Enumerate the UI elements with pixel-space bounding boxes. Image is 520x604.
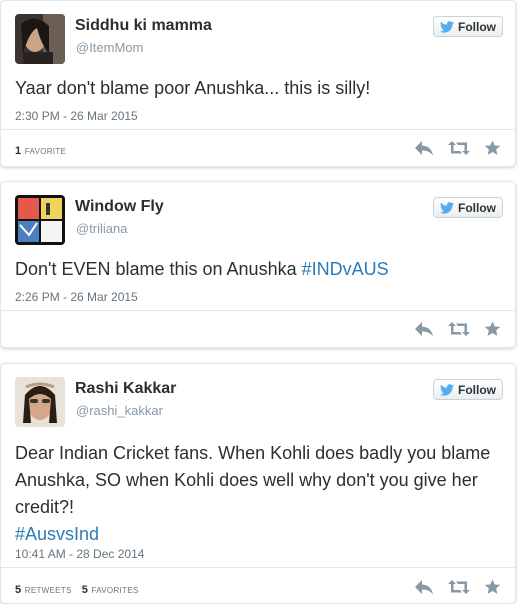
twitter-bird-icon (440, 383, 454, 396)
display-name[interactable]: Siddhu ki mamma (75, 17, 212, 35)
tweet-stats: 5 RETWEETS 5 FAVORITES (15, 582, 139, 596)
display-name[interactable]: Rashi Kakkar (75, 380, 176, 398)
favorite-icon[interactable] (484, 579, 501, 595)
user-handle[interactable]: @ItemMom (76, 40, 143, 55)
tweet-actions (414, 321, 501, 337)
user-handle[interactable]: @rashi_kakkar (76, 403, 163, 418)
follow-label: Follow (458, 200, 496, 215)
tweet-stats: 1 FAVORITE (15, 143, 66, 157)
tweet-text: Don't EVEN blame this on Anushka #INDvAU… (15, 256, 497, 283)
tweet-body: Dear Indian Cricket fans. When Kohli doe… (15, 443, 491, 517)
twitter-bird-icon (440, 20, 454, 33)
tweet-actions (414, 140, 501, 156)
tweet-card: Rashi Kakkar @rashi_kakkar Follow Dear I… (0, 363, 516, 604)
tweet-body: Don't EVEN blame this on Anushka (15, 259, 302, 279)
tweet-text: Yaar don't blame poor Anushka... this is… (15, 78, 371, 98)
display-name[interactable]: Window Fly (75, 198, 164, 216)
timestamp[interactable]: 10:41 AM - 28 Dec 2014 (15, 547, 144, 561)
favorite-icon[interactable] (484, 140, 501, 156)
follow-label: Follow (458, 19, 496, 34)
avatar[interactable] (15, 14, 65, 64)
reply-icon[interactable] (414, 140, 434, 156)
tweet-card: Siddhu ki mamma @ItemMom Follow Yaar don… (0, 0, 516, 167)
divider (1, 567, 515, 568)
follow-button[interactable]: Follow (433, 16, 503, 37)
hashtag-link[interactable]: #AusvsInd (15, 524, 99, 544)
retweet-icon[interactable] (448, 579, 470, 595)
twitter-bird-icon (440, 201, 454, 214)
avatar[interactable] (15, 195, 65, 245)
retweet-icon[interactable] (448, 140, 470, 156)
avatar[interactable] (15, 377, 65, 427)
divider (1, 129, 515, 130)
tweet-card: Window Fly @triliana Follow Don't EVEN b… (0, 181, 516, 348)
follow-label: Follow (458, 382, 496, 397)
retweets-label[interactable]: RETWEETS (25, 582, 72, 596)
divider (1, 310, 515, 311)
favorite-icon[interactable] (484, 321, 501, 337)
follow-button[interactable]: Follow (433, 379, 503, 400)
timestamp[interactable]: 2:26 PM - 26 Mar 2015 (15, 290, 138, 304)
timestamp[interactable]: 2:30 PM - 26 Mar 2015 (15, 109, 138, 123)
retweet-icon[interactable] (448, 321, 470, 337)
user-handle[interactable]: @triliana (76, 221, 128, 236)
favorites-label[interactable]: FAVORITE (25, 143, 66, 157)
favorites-label[interactable]: FAVORITES (92, 582, 139, 596)
follow-button[interactable]: Follow (433, 197, 503, 218)
hashtag-link[interactable]: #INDvAUS (302, 259, 389, 279)
tweet-text: Dear Indian Cricket fans. When Kohli doe… (15, 440, 497, 548)
favorites-count[interactable]: 1 (15, 145, 21, 157)
retweets-count[interactable]: 5 (15, 584, 21, 596)
favorites-count[interactable]: 5 (82, 584, 88, 596)
reply-icon[interactable] (414, 321, 434, 337)
tweet-actions (414, 579, 501, 595)
reply-icon[interactable] (414, 579, 434, 595)
